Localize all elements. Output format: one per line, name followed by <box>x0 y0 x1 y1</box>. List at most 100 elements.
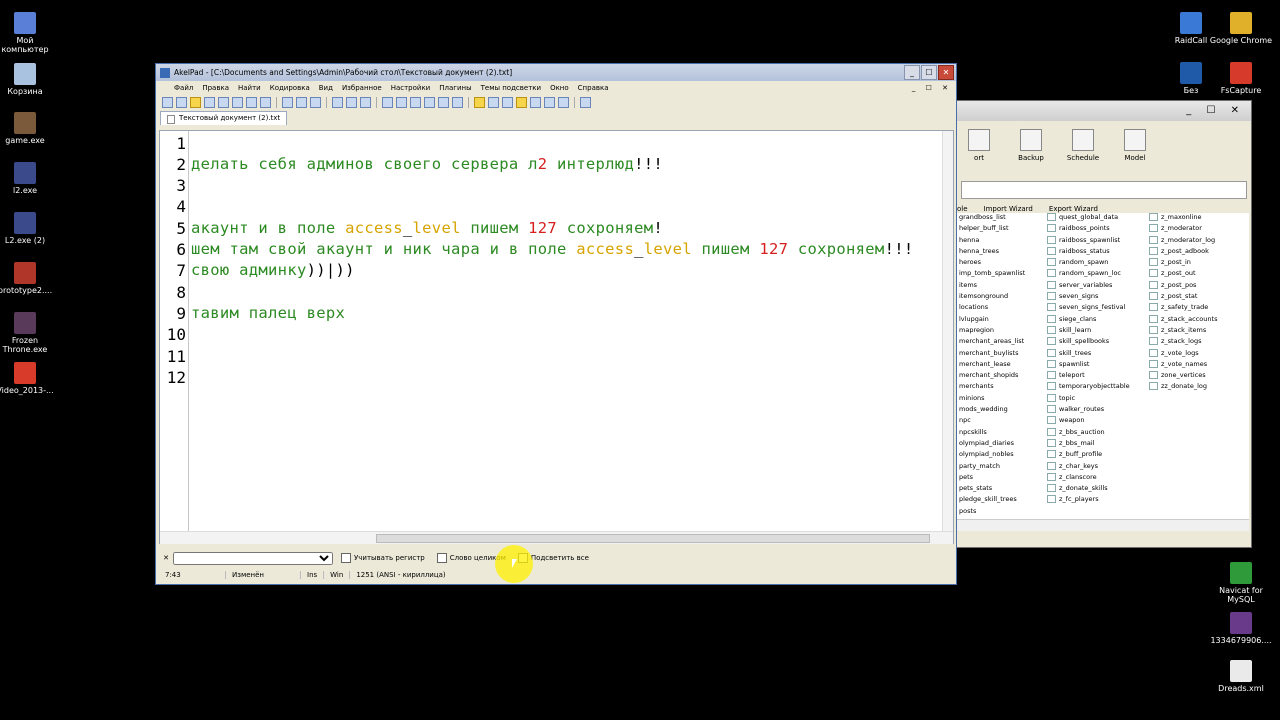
desktop-icon[interactable]: l2.exe <box>0 162 57 195</box>
find-input[interactable] <box>173 551 333 565</box>
table-list-item[interactable]: party_match <box>959 462 1025 473</box>
desktop-icon[interactable]: Video_2013-... <box>0 362 57 395</box>
menu-plugins[interactable]: Плагины <box>439 84 471 92</box>
table-list-item[interactable]: z_maxonline <box>1149 213 1217 224</box>
table-list-item[interactable]: merchant_shopids <box>959 371 1025 382</box>
redo-icon[interactable] <box>310 96 321 108</box>
table-list-item[interactable]: z_moderator <box>1149 224 1217 235</box>
scrollbar-thumb[interactable] <box>376 534 930 543</box>
table-list-item[interactable]: mods_wedding <box>959 405 1025 416</box>
table-list-item[interactable]: z_stack_accounts <box>1149 315 1217 326</box>
table-list-item[interactable]: items <box>959 281 1025 292</box>
akelpad-titlebar[interactable]: AkelPad - [C:\Documents and Settings\Adm… <box>156 64 956 81</box>
open-folder-icon[interactable] <box>190 96 201 108</box>
table-list-item[interactable]: random_spawn <box>1047 258 1130 269</box>
table-list-item[interactable]: pets_stats <box>959 484 1025 495</box>
find-next-icon[interactable] <box>346 96 357 108</box>
table-list-item[interactable]: merchant_areas_list <box>959 337 1025 348</box>
print-icon[interactable] <box>260 96 271 108</box>
table-list-item[interactable]: walker_routes <box>1047 405 1130 416</box>
checkbox-box[interactable] <box>436 553 447 563</box>
cut-icon[interactable] <box>282 96 293 108</box>
navicat-window[interactable]: _ ☐ ✕ ort Backup Schedule Model ole Impo… <box>956 100 1252 548</box>
table-list-item[interactable]: merchant_lease <box>959 360 1025 371</box>
table-list-item[interactable]: z_stack_logs <box>1149 337 1217 348</box>
desktop-icon[interactable]: prototype2.... <box>0 262 57 295</box>
new-window-icon[interactable] <box>176 96 187 108</box>
folder-icon[interactable] <box>474 96 485 108</box>
table-list-item[interactable]: imp_tomb_spawnlist <box>959 269 1025 280</box>
table-list-item[interactable]: seven_signs <box>1047 292 1130 303</box>
desktop-icon[interactable]: game.exe <box>0 112 57 145</box>
replace-icon[interactable] <box>360 96 371 108</box>
table-list-item[interactable]: z_fc_players <box>1047 495 1130 506</box>
table-list-item[interactable]: npcskills <box>959 428 1025 439</box>
table-list-item[interactable]: z_clanscore <box>1047 473 1130 484</box>
table-list-item[interactable]: z_post_stat <box>1149 292 1217 303</box>
table-list-item[interactable]: z_safety_trade <box>1149 303 1217 314</box>
table-list-item[interactable]: z_moderator_log <box>1149 236 1217 247</box>
navicat-titlebar[interactable]: _ ☐ ✕ <box>957 101 1251 121</box>
close-find-icon[interactable]: ✕ <box>159 554 173 562</box>
akelpad-window[interactable]: AkelPad - [C:\Documents and Settings\Adm… <box>155 63 957 585</box>
wrench-icon[interactable] <box>580 96 591 108</box>
desktop-icon[interactable]: Корзина <box>0 63 57 96</box>
table-list-item[interactable]: z_vote_logs <box>1149 349 1217 360</box>
navicat-window-buttons[interactable]: _ ☐ ✕ <box>1186 105 1245 116</box>
table-list-item[interactable]: raidboss_points <box>1047 224 1130 235</box>
table-list-item[interactable]: zone_vertices <box>1149 371 1217 382</box>
match-case-checkbox[interactable]: Учитывать регистр <box>341 553 425 563</box>
table-list-item[interactable]: siege_clans <box>1047 315 1130 326</box>
table-list-item[interactable]: z_post_adbook <box>1149 247 1217 258</box>
undo-icon[interactable] <box>296 96 307 108</box>
maximize-button[interactable]: ☐ <box>921 65 937 80</box>
save-all-icon[interactable] <box>246 96 257 108</box>
table-list-item[interactable]: weapon <box>1047 416 1130 427</box>
schedule-button[interactable]: Schedule <box>1061 129 1105 173</box>
horizontal-scrollbar[interactable] <box>160 531 953 544</box>
desktop-icon[interactable]: Google Chrome <box>1209 12 1273 45</box>
table-list-item[interactable]: z_bbs_auction <box>1047 428 1130 439</box>
table-list-item[interactable]: z_donate_skills <box>1047 484 1130 495</box>
save-icon[interactable] <box>218 96 229 108</box>
table-list-item[interactable]: random_spawn_loc <box>1047 269 1130 280</box>
table-list-item[interactable]: locations <box>959 303 1025 314</box>
save-as-icon[interactable] <box>232 96 243 108</box>
table-list-item[interactable]: skill_learn <box>1047 326 1130 337</box>
table-list-item[interactable]: minions <box>959 394 1025 405</box>
minimize-button[interactable]: _ <box>904 65 920 80</box>
select-icon[interactable] <box>396 96 407 108</box>
table-list-item[interactable]: topic <box>1047 394 1130 405</box>
indent-icon[interactable] <box>544 96 555 108</box>
table-list-item[interactable]: z_bbs_mail <box>1047 439 1130 450</box>
menu-view[interactable]: Вид <box>319 84 333 92</box>
table-list-item[interactable]: henna_trees <box>959 247 1025 258</box>
table-list-item[interactable]: z_post_out <box>1149 269 1217 280</box>
table-list-item[interactable]: skill_trees <box>1047 349 1130 360</box>
backup-button[interactable]: Backup <box>1009 129 1053 173</box>
font-icon[interactable] <box>438 96 449 108</box>
table-list-item[interactable]: z_stack_items <box>1149 326 1217 337</box>
new-file-icon[interactable] <box>162 96 173 108</box>
table-list-item[interactable]: henna <box>959 236 1025 247</box>
table-list-item[interactable]: merchant_buylists <box>959 349 1025 360</box>
vertical-scrollbar[interactable] <box>942 131 953 531</box>
menu-file[interactable]: Файл <box>174 84 193 92</box>
menu-encoding[interactable]: Кодировка <box>270 84 310 92</box>
table-list-item[interactable]: raidboss_status <box>1047 247 1130 258</box>
table-list-item[interactable]: server_variables <box>1047 281 1130 292</box>
table-list-item[interactable]: helper_buff_list <box>959 224 1025 235</box>
desktop-icon[interactable]: Navicat for MySQL <box>1209 562 1273 604</box>
table-list-item[interactable]: itemsonground <box>959 292 1025 303</box>
table-list-item[interactable]: merchants <box>959 382 1025 393</box>
table-list-item[interactable]: zz_donate_log <box>1149 382 1217 393</box>
menu-window[interactable]: Окно <box>550 84 569 92</box>
reopen-icon[interactable] <box>204 96 215 108</box>
table-list-item[interactable]: heroes <box>959 258 1025 269</box>
table-list-item[interactable]: z_post_in <box>1149 258 1217 269</box>
mdi-buttons[interactable]: _ ☐ ✕ <box>912 84 952 92</box>
table-list-item[interactable]: skill_spellbooks <box>1047 337 1130 348</box>
table-list-item[interactable]: lvlupgain <box>959 315 1025 326</box>
dropdown-icon[interactable] <box>530 96 541 108</box>
table-list-item[interactable]: olympiad_nobles <box>959 450 1025 461</box>
